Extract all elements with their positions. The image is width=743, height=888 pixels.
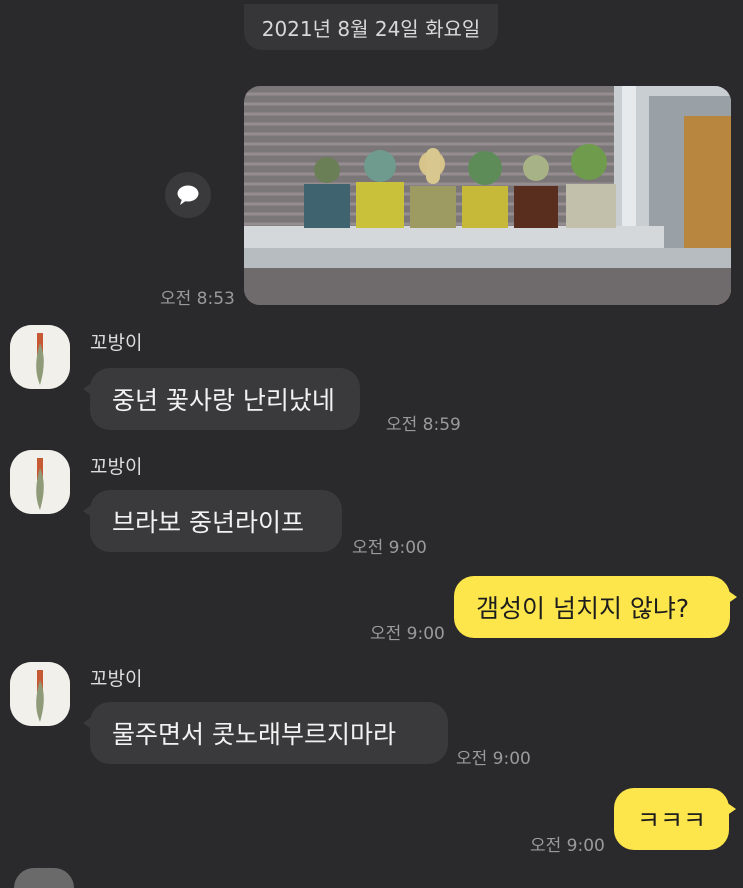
message-time: 오전 9:00 — [530, 836, 605, 856]
message-time: 오전 9:00 — [352, 538, 427, 558]
sender-name: 꼬방이 — [90, 668, 143, 690]
message-bubble[interactable]: 브라보 중년라이프 — [83, 490, 342, 552]
bubble-tail — [83, 504, 93, 518]
speech-bubble-icon — [177, 185, 199, 205]
share-button[interactable] — [165, 172, 211, 218]
avatar[interactable] — [10, 662, 70, 726]
message-text: 브라보 중년라이프 — [112, 508, 304, 537]
bubble-tail — [83, 382, 93, 396]
message-time: 오전 8:53 — [160, 289, 235, 309]
sender-name: 꼬방이 — [90, 456, 143, 478]
date-divider-text: 2021년 8월 24일 화요일 — [261, 16, 481, 41]
message-bubble[interactable]: 중년 꽃사랑 난리났네 — [83, 368, 360, 430]
message-time: 오전 9:00 — [370, 624, 445, 644]
plant-avatar-image — [10, 325, 70, 389]
sender-name: 꼬방이 — [90, 332, 143, 354]
my-message-bubble[interactable]: ㅋㅋㅋ — [614, 788, 736, 850]
shared-photo[interactable] — [244, 86, 731, 305]
plant-avatar-image — [10, 662, 70, 726]
avatar[interactable] — [10, 450, 70, 514]
avatar[interactable] — [10, 325, 70, 389]
message-text: ㅋㅋㅋ — [636, 806, 706, 835]
message-time: 오전 9:00 — [456, 749, 531, 769]
bubble-tail — [726, 802, 736, 816]
message-text: 갬성이 넘치지 않냐? — [476, 594, 690, 623]
date-divider: 2021년 8월 24일 화요일 — [244, 4, 498, 50]
bubble-tail — [727, 590, 737, 604]
my-message-bubble[interactable]: 갬성이 넘치지 않냐? — [454, 576, 737, 638]
message-text: 물주면서 콧노래부르지마라 — [112, 720, 396, 749]
message-text: 중년 꽃사랑 난리났네 — [112, 386, 335, 415]
succulent-pots-photo — [244, 86, 731, 305]
partial-avatar — [14, 868, 74, 888]
bubble-tail — [83, 716, 93, 730]
message-time: 오전 8:59 — [386, 415, 461, 435]
message-bubble[interactable]: 물주면서 콧노래부르지마라 — [83, 702, 448, 764]
plant-avatar-image — [10, 450, 70, 514]
